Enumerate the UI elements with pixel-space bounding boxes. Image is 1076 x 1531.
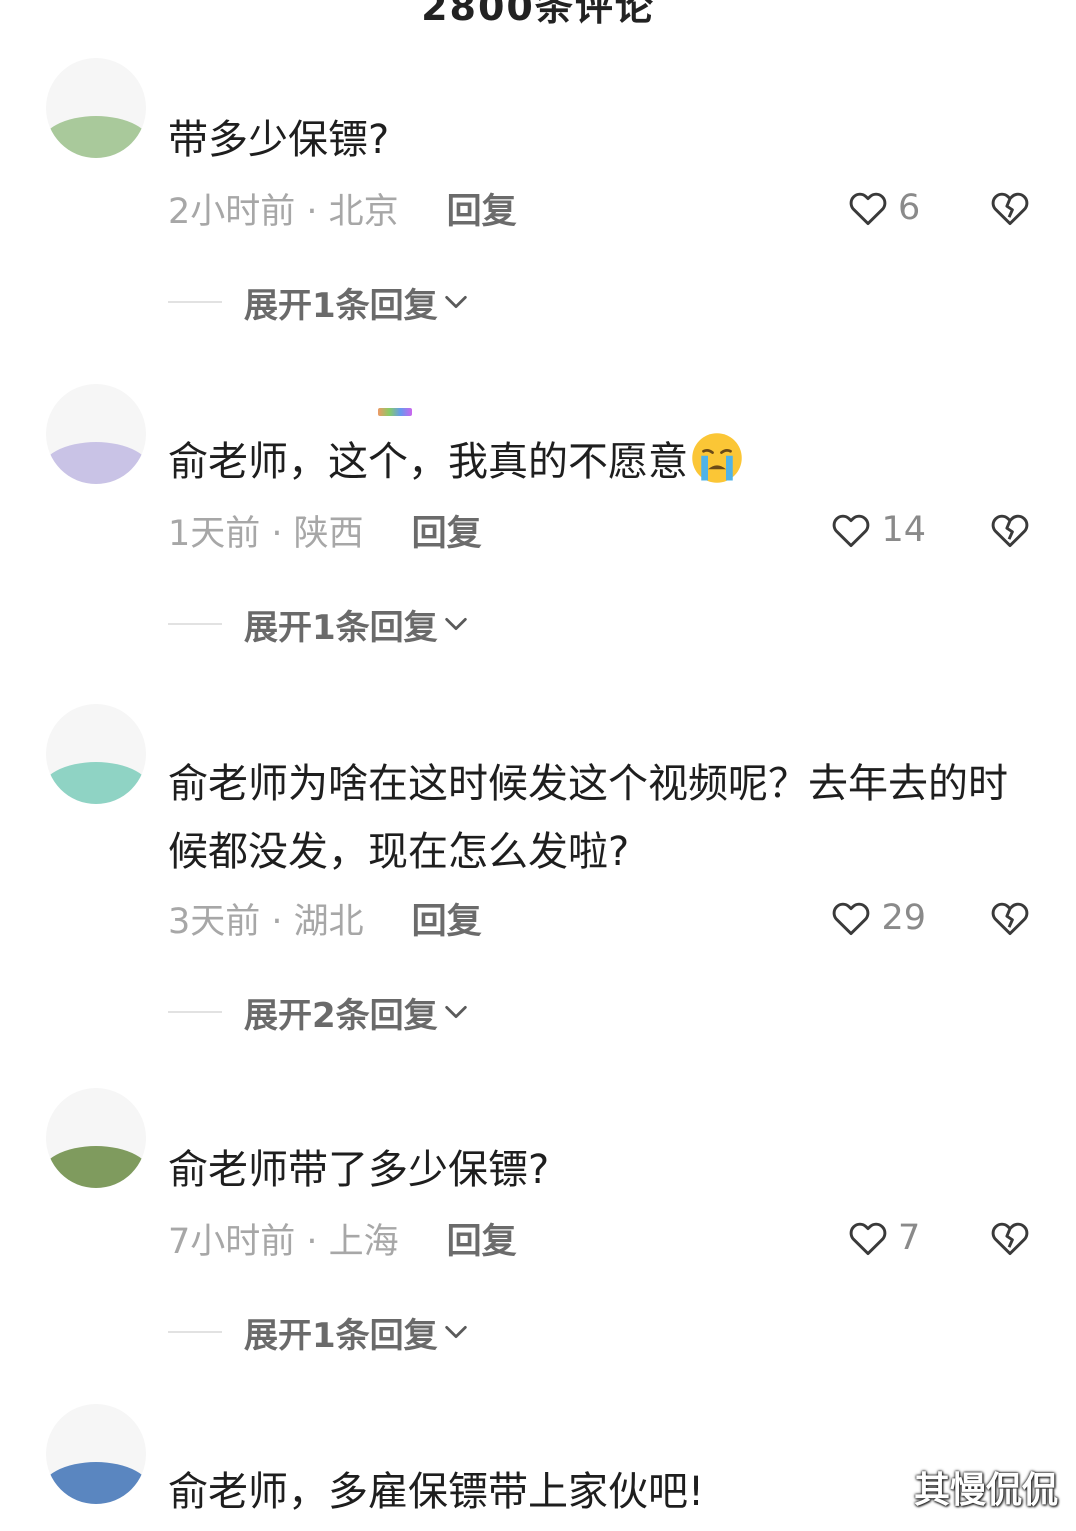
time-location: 3天前 · 湖北 bbox=[168, 901, 364, 942]
expand-replies[interactable]: 展开1条回复 bbox=[168, 1308, 470, 1356]
comment-text: 俞老师为啥在这时候发这个视频呢？去年去的时候都没发，现在怎么发啦? bbox=[168, 761, 1008, 875]
chevron-down-icon bbox=[444, 617, 467, 631]
comment-meta: 3天前 · 湖北 回复 bbox=[168, 894, 482, 942]
heart-icon bbox=[849, 1222, 887, 1256]
reply-button[interactable]: 回复 bbox=[447, 1213, 517, 1264]
like-button[interactable]: 14 bbox=[829, 506, 926, 554]
heart-icon bbox=[833, 514, 870, 548]
watermark: 其慢侃侃 bbox=[913, 1470, 1058, 1511]
expand-replies[interactable]: 展开1条回复 bbox=[168, 600, 470, 648]
comment-text-body: 俞老师，这个，我真的不愿意 bbox=[168, 439, 688, 485]
broken-heart-icon bbox=[991, 1222, 1029, 1256]
expand-replies-label: 展开1条回复 bbox=[244, 285, 438, 326]
divider-line bbox=[168, 1331, 222, 1333]
comment-text: 俞老师，多雇保镖带上家伙吧! bbox=[168, 1469, 705, 1515]
comment-count-header: 2800条评论 bbox=[421, 0, 655, 29]
time-location: 1天前 · 陕西 bbox=[168, 513, 364, 554]
avatar[interactable] bbox=[46, 1088, 146, 1188]
time-location: 7小时前 · 上海 bbox=[168, 1221, 399, 1262]
like-button[interactable]: 6 bbox=[846, 184, 926, 232]
avatar[interactable] bbox=[46, 704, 146, 804]
heart-icon bbox=[833, 902, 870, 936]
time-location: 2小时前 · 北京 bbox=[168, 191, 399, 232]
expand-replies-label: 展开1条回复 bbox=[244, 1315, 438, 1356]
heart-icon bbox=[849, 192, 887, 226]
reply-button[interactable]: 回复 bbox=[447, 183, 517, 234]
comment-text: 带多少保镖? bbox=[168, 117, 390, 163]
comment-meta: 2小时前 · 北京 回复 bbox=[168, 184, 517, 232]
dislike-button[interactable] bbox=[988, 894, 1032, 942]
username bbox=[248, 404, 412, 418]
like-count: 29 bbox=[881, 898, 926, 938]
reply-button[interactable]: 回复 bbox=[412, 893, 482, 944]
broken-heart-icon bbox=[991, 902, 1029, 936]
expand-replies-label: 展开2条回复 bbox=[244, 995, 438, 1036]
divider-line bbox=[168, 301, 222, 303]
avatar[interactable] bbox=[46, 384, 146, 484]
crying-face-icon bbox=[692, 433, 742, 483]
like-count: 14 bbox=[881, 510, 926, 550]
comment-meta: 7小时前 · 上海 回复 bbox=[168, 1214, 517, 1262]
dislike-button[interactable] bbox=[988, 506, 1032, 554]
avatar[interactable] bbox=[46, 58, 146, 158]
expand-replies-label: 展开1条回复 bbox=[244, 607, 438, 648]
expand-replies[interactable]: 展开2条回复 bbox=[168, 988, 470, 1036]
dislike-button[interactable] bbox=[988, 184, 1032, 232]
chevron-down-icon bbox=[444, 1325, 467, 1339]
divider-line bbox=[168, 623, 222, 625]
comment-meta: 1天前 · 陕西 回复 bbox=[168, 506, 482, 554]
divider-line bbox=[168, 1011, 222, 1013]
avatar[interactable] bbox=[46, 1404, 146, 1504]
comment-text: 俞老师带了多少保镖? bbox=[168, 1147, 550, 1193]
comment-text: 俞老师，这个，我真的不愿意 bbox=[168, 428, 1028, 496]
like-count: 6 bbox=[898, 188, 921, 228]
broken-heart-icon bbox=[991, 192, 1029, 226]
like-button[interactable]: 7 bbox=[846, 1214, 926, 1262]
chevron-down-icon bbox=[444, 295, 467, 309]
chevron-down-icon bbox=[444, 1005, 467, 1019]
like-count: 7 bbox=[898, 1218, 921, 1258]
reply-button[interactable]: 回复 bbox=[412, 505, 482, 556]
expand-replies[interactable]: 展开1条回复 bbox=[168, 278, 470, 326]
broken-heart-icon bbox=[991, 514, 1029, 548]
dislike-button[interactable] bbox=[988, 1214, 1032, 1262]
like-button[interactable]: 29 bbox=[829, 894, 926, 942]
